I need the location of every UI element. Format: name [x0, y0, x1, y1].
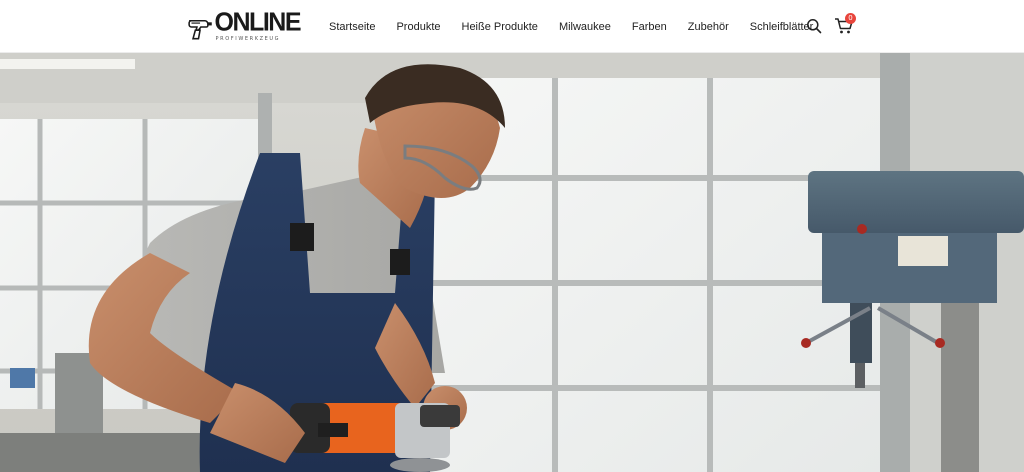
nav-item-zubehoer[interactable]: Zubehör [688, 21, 729, 33]
logo-word: ONLINE [214, 7, 302, 37]
hero-image [0, 53, 1024, 472]
search-icon[interactable] [806, 18, 822, 34]
workshop-photo [0, 53, 1024, 472]
nav-item-heisse-produkte[interactable]: Heiße Produkte [462, 21, 538, 33]
cart-count-badge: 0 [845, 13, 856, 24]
nav-item-produkte[interactable]: Produkte [396, 21, 440, 33]
nav-item-schleifblaetter[interactable]: Schleifblätter [750, 21, 814, 33]
nav-item-farben[interactable]: Farben [632, 21, 667, 33]
nav-item-milwaukee[interactable]: Milwaukee [559, 21, 611, 33]
drill-icon [188, 19, 212, 40]
site-logo[interactable]: ONLINE PROFIWERKZEUG [186, 7, 302, 44]
logo-tagline: PROFIWERKZEUG [215, 36, 281, 42]
nav-item-startseite[interactable]: Startseite [329, 21, 375, 33]
site-header: ONLINE PROFIWERKZEUG Startseite Produkte… [0, 0, 1024, 53]
logo-text: ONLINE PROFIWERKZEUG [214, 7, 302, 42]
main-nav: Startseite Produkte Heiße Produkte Milwa… [329, 0, 813, 53]
